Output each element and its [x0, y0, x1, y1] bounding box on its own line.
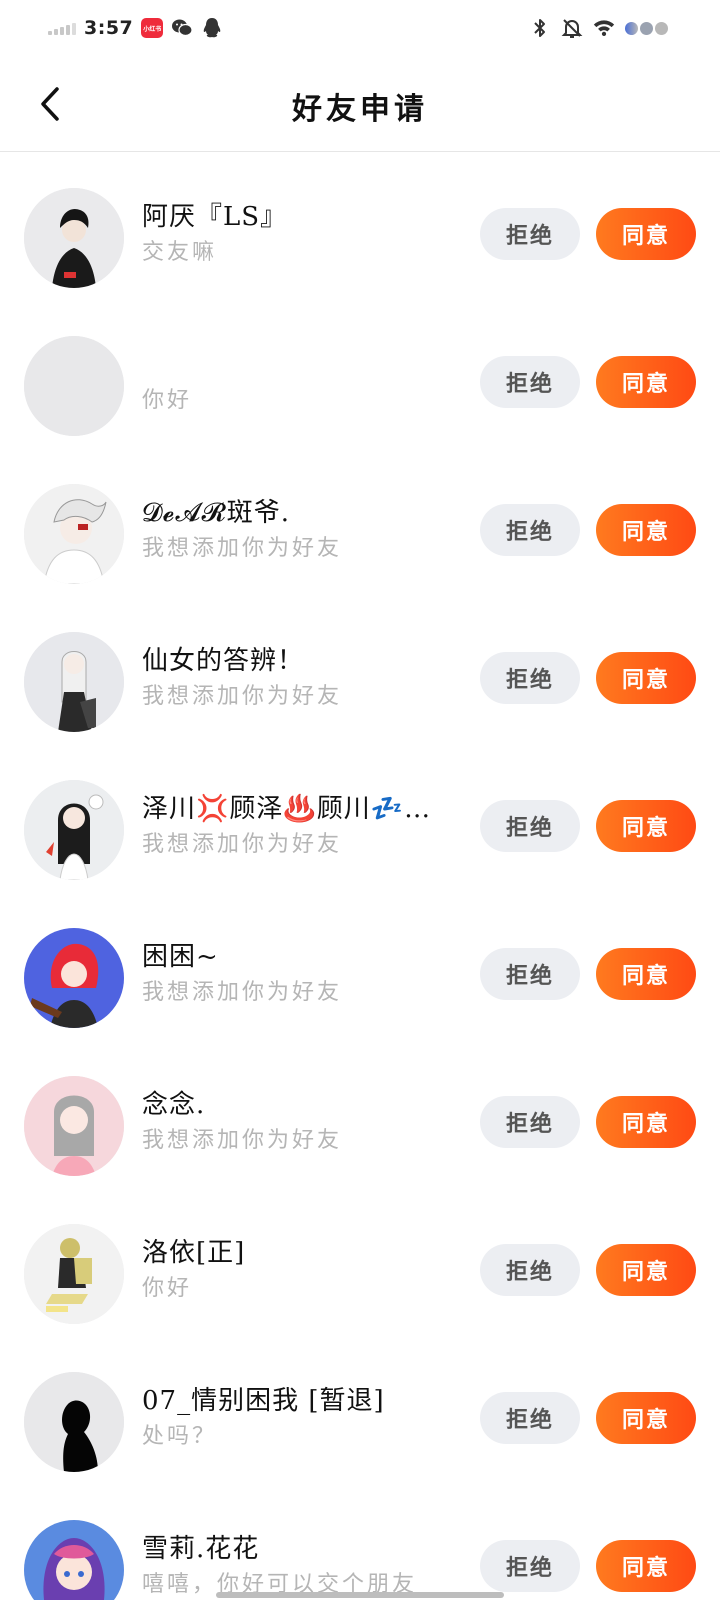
request-message: 你好: [142, 1276, 193, 1301]
avatar[interactable]: [24, 780, 124, 880]
status-bar: 3:57 小红书: [0, 0, 720, 56]
requester-name: 仙女的答辨！: [142, 646, 305, 676]
request-message: 我想添加你为好友: [142, 980, 343, 1005]
status-notification-dots: [625, 21, 668, 35]
accept-button[interactable]: 同意: [596, 356, 696, 408]
accept-button[interactable]: 同意: [596, 1540, 696, 1592]
friend-request-item: 𝓓𝓮𝓐𝓡斑爷. 我想添加你为好友 拒绝 同意: [0, 448, 720, 596]
reject-button[interactable]: 拒绝: [480, 1392, 580, 1444]
mute-bell-icon: [561, 17, 583, 39]
status-bar-left: 3:57 小红书: [48, 12, 223, 44]
requester-name: 07_情别困我 [暂退]: [142, 1386, 385, 1416]
avatar[interactable]: [24, 928, 124, 1028]
signal-icon: [48, 21, 76, 35]
avatar[interactable]: [24, 1520, 124, 1600]
reject-button[interactable]: 拒绝: [480, 356, 580, 408]
avatar[interactable]: [24, 336, 124, 436]
accept-button[interactable]: 同意: [596, 1096, 696, 1148]
avatar[interactable]: [24, 484, 124, 584]
friend-request-item: 阿厌『LS』 交友嘛 拒绝 同意: [0, 152, 720, 300]
request-message: 我想添加你为好友: [142, 536, 343, 561]
avatar[interactable]: [24, 1076, 124, 1176]
reject-button[interactable]: 拒绝: [480, 1096, 580, 1148]
accept-button[interactable]: 同意: [596, 800, 696, 852]
requester-name: 念念.: [142, 1090, 206, 1120]
request-message: 我想添加你为好友: [142, 684, 343, 709]
accept-button[interactable]: 同意: [596, 1244, 696, 1296]
wechat-icon: [171, 17, 193, 39]
requester-name: 困困~: [142, 942, 219, 972]
requester-name: 雪莉.花花: [142, 1534, 260, 1564]
avatar[interactable]: [24, 632, 124, 732]
request-message: 我想添加你为好友: [142, 832, 343, 857]
reject-button[interactable]: 拒绝: [480, 504, 580, 556]
page-title: 好友申请: [292, 92, 428, 127]
xiaohongshu-icon: 小红书: [141, 18, 164, 38]
request-message: 你好: [142, 388, 193, 413]
accept-button[interactable]: 同意: [596, 948, 696, 1000]
request-message: 处吗？: [142, 1424, 218, 1449]
friend-request-item: 困困~ 我想添加你为好友 拒绝 同意: [0, 892, 720, 1040]
requester-name: 泽川💢顾泽♨️顾川💤…: [142, 794, 432, 824]
friend-request-item: 仙女的答辨！ 我想添加你为好友 拒绝 同意: [0, 596, 720, 744]
wifi-icon: [593, 17, 615, 39]
accept-button[interactable]: 同意: [596, 208, 696, 260]
reject-button[interactable]: 拒绝: [480, 208, 580, 260]
friend-request-item: 雪莉.花花 嘻嘻，你好可以交个朋友 拒绝 同意: [0, 1484, 720, 1600]
page-header: 好友申请: [0, 56, 720, 152]
requester-name: 𝓓𝓮𝓐𝓡斑爷.: [142, 498, 291, 528]
request-message: 交友嘛: [142, 240, 218, 265]
reject-button[interactable]: 拒绝: [480, 800, 580, 852]
reject-button[interactable]: 拒绝: [480, 948, 580, 1000]
avatar[interactable]: [24, 1224, 124, 1324]
accept-button[interactable]: 同意: [596, 652, 696, 704]
reject-button[interactable]: 拒绝: [480, 1540, 580, 1592]
qq-icon: [201, 17, 223, 39]
requester-name: 阿厌『LS』: [142, 202, 288, 232]
accept-button[interactable]: 同意: [596, 1392, 696, 1444]
status-time: 3:57: [84, 17, 134, 39]
bluetooth-icon: [529, 17, 551, 39]
friend-request-list: 阿厌『LS』 交友嘛 拒绝 同意 你好 拒绝 同意 𝓓𝓮𝓐𝓡斑爷. 我想添加你为…: [0, 152, 720, 1600]
friend-request-item: 07_情别困我 [暂退] 处吗？ 拒绝 同意: [0, 1336, 720, 1484]
friend-request-item: 念念. 我想添加你为好友 拒绝 同意: [0, 1040, 720, 1188]
reject-button[interactable]: 拒绝: [480, 1244, 580, 1296]
accept-button[interactable]: 同意: [596, 504, 696, 556]
avatar[interactable]: [24, 1372, 124, 1472]
reject-button[interactable]: 拒绝: [480, 652, 580, 704]
status-bar-right: [529, 14, 668, 42]
friend-request-item: 你好 拒绝 同意: [0, 300, 720, 448]
requester-name: 洛依[正]: [142, 1238, 246, 1268]
friend-request-item: 洛依[正] 你好 拒绝 同意: [0, 1188, 720, 1336]
avatar[interactable]: [24, 188, 124, 288]
friend-request-item: 泽川💢顾泽♨️顾川💤… 我想添加你为好友 拒绝 同意: [0, 744, 720, 892]
request-message: 我想添加你为好友: [142, 1128, 343, 1153]
home-indicator[interactable]: [216, 1592, 504, 1598]
